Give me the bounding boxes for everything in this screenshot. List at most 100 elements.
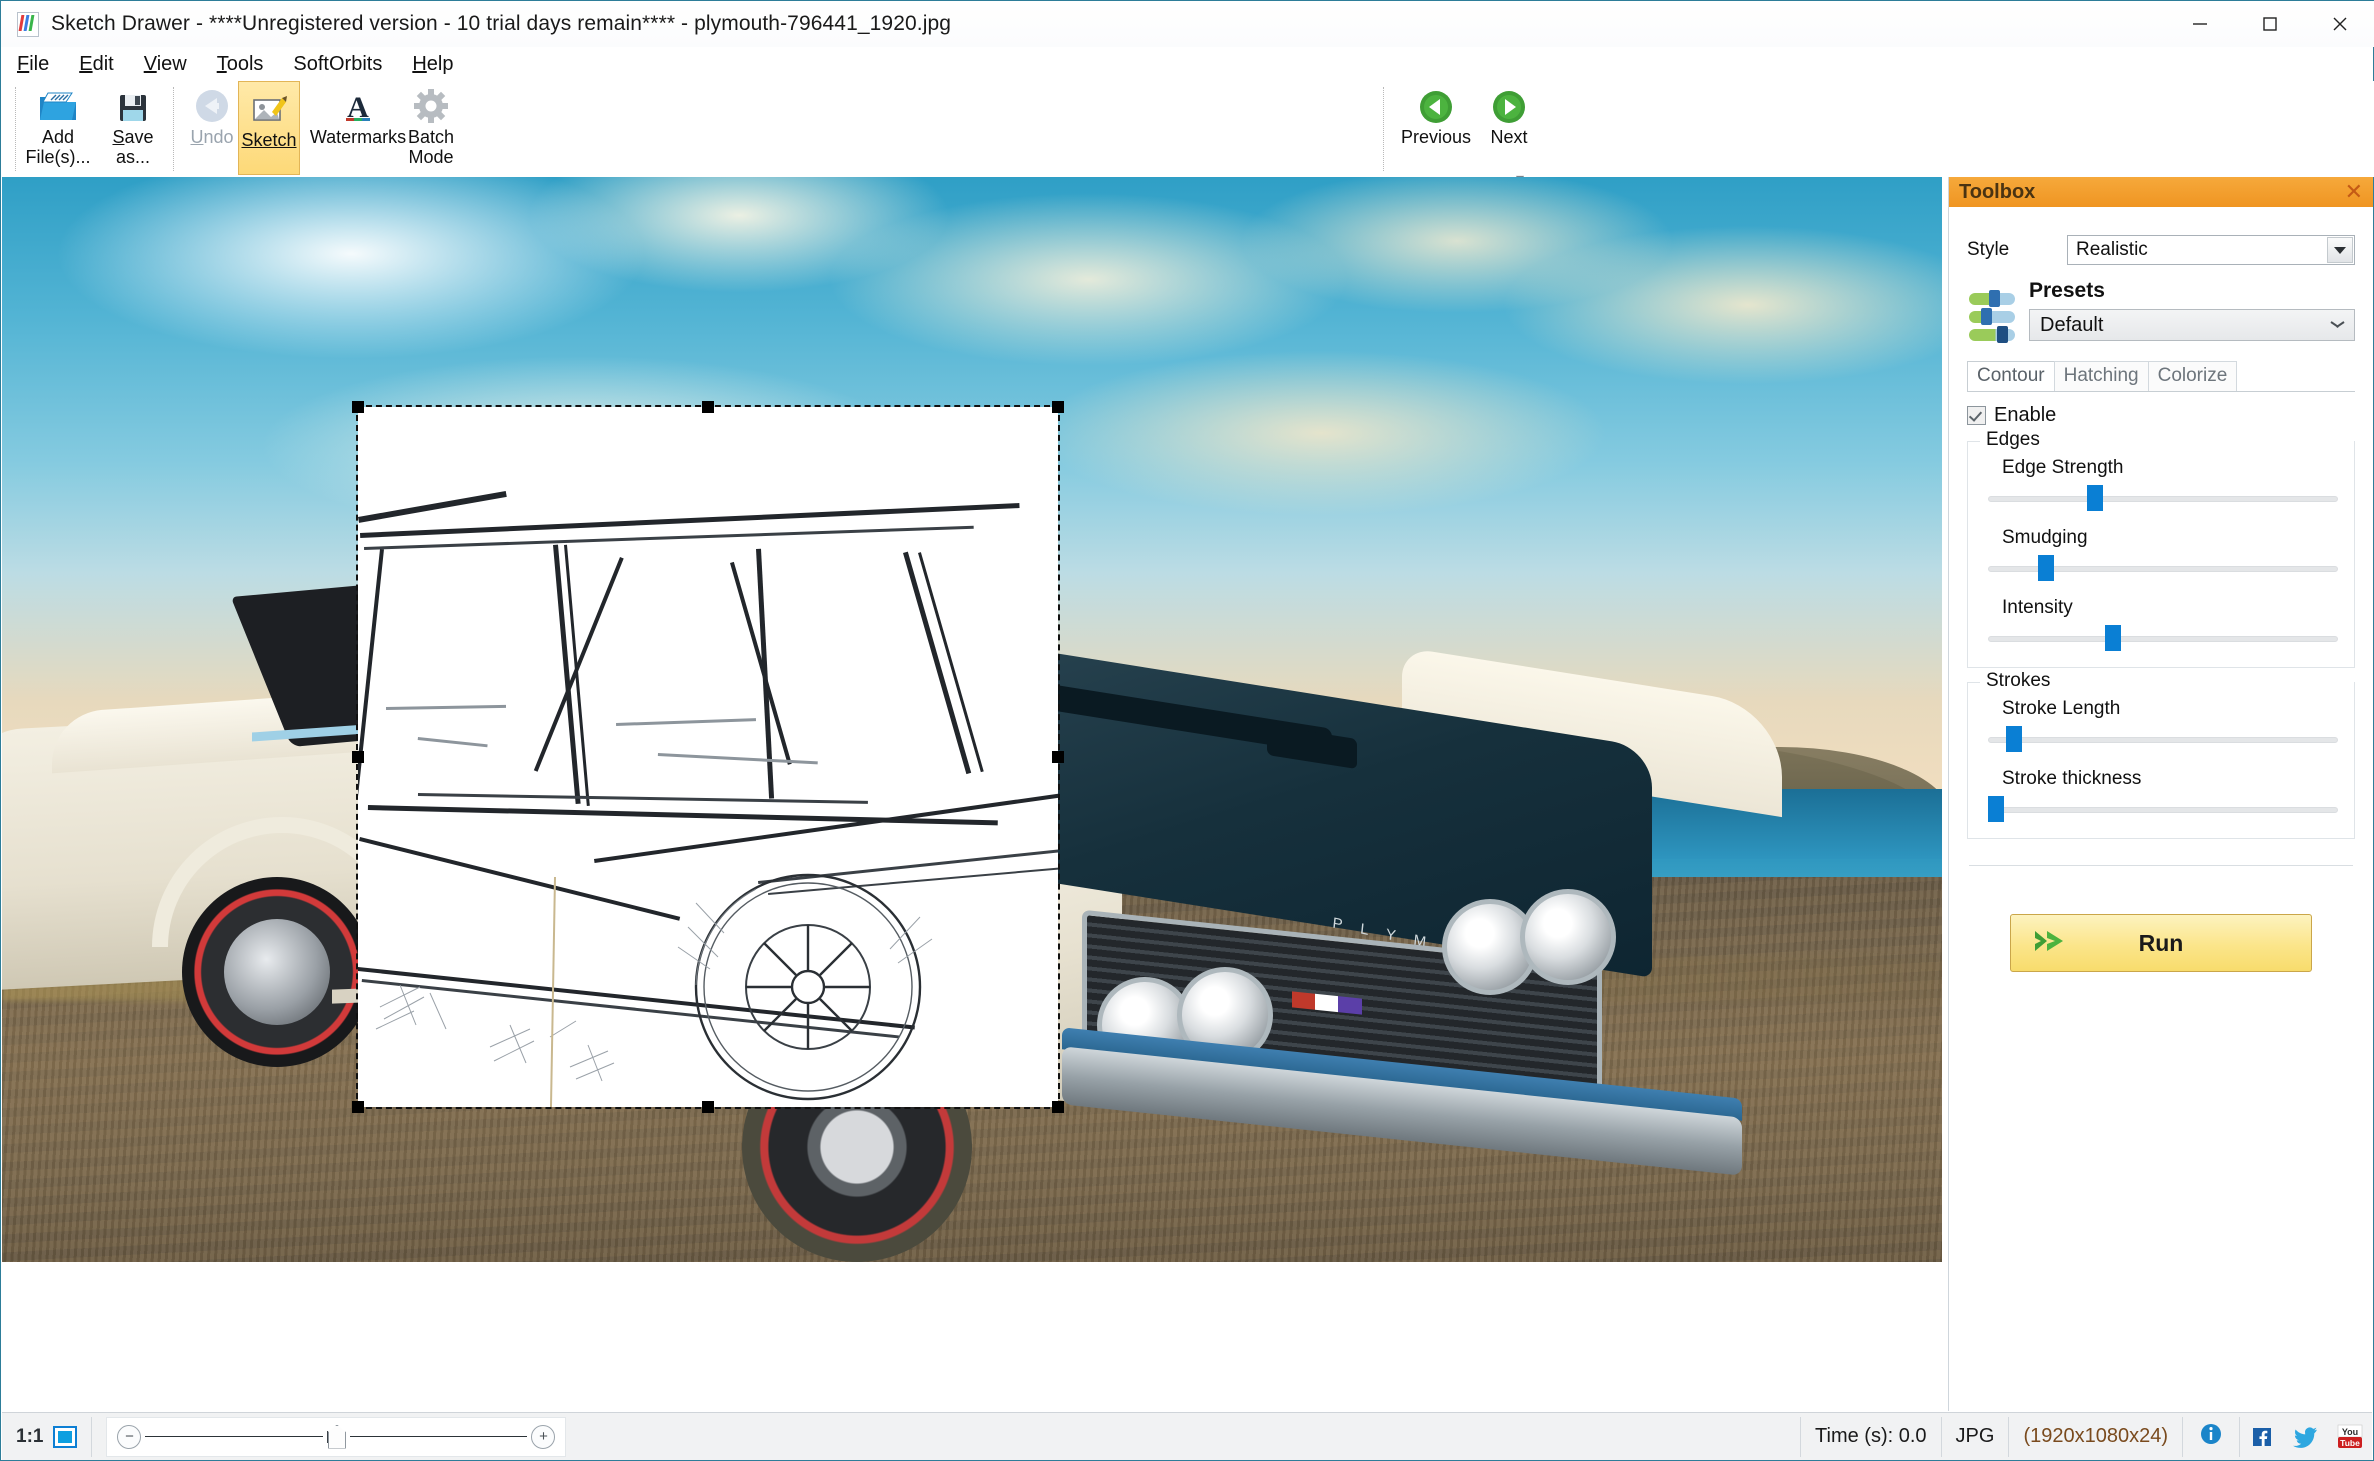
format-cell: JPG: [1942, 1416, 2010, 1457]
wheel-sketch: [677, 873, 933, 1101]
chevron-down-icon[interactable]: [2327, 237, 2353, 263]
edge-strength-slider[interactable]: [1988, 485, 2342, 511]
intensity-knob[interactable]: [2104, 625, 2121, 651]
time-cell: Time (s): 0.0: [1800, 1416, 1942, 1457]
toolbox-tabs: Contour Hatching Colorize: [1967, 361, 2355, 392]
minimize-button[interactable]: [2165, 1, 2235, 47]
run-label: Run: [2138, 929, 2184, 956]
status-bar: 1:1 − + Time (s): 0.0 JPG (1920x1080x24): [2, 1412, 2372, 1460]
zoom-slider-knob[interactable]: [327, 1424, 346, 1449]
presets-value: Default: [2040, 313, 2104, 336]
batch-mode-button[interactable]: Batch Mode: [389, 83, 473, 167]
selection-handle-sw[interactable]: [352, 1101, 364, 1113]
zoom-ratio-label[interactable]: 1:1: [16, 1426, 43, 1448]
stroke-length-slider[interactable]: [1988, 726, 2342, 752]
sliders-preset-icon: [1967, 289, 2023, 345]
save-as-label-2: as...: [115, 147, 150, 167]
chevron-down-icon-presets[interactable]: [2331, 321, 2344, 329]
toolbar-divider: [15, 87, 16, 171]
toolbar-divider-3: [1383, 87, 1384, 171]
selection-handle-w[interactable]: [352, 751, 364, 763]
source-photo: P L Y M O U T H: [2, 177, 1942, 1262]
next-button[interactable]: Next: [1476, 83, 1542, 147]
save-as-label-1: Save: [112, 127, 154, 147]
style-select[interactable]: Realistic: [2067, 235, 2355, 265]
stroke-thickness-label: Stroke thickness: [2002, 768, 2142, 789]
info-icon[interactable]: [2199, 1422, 2223, 1452]
twitter-bird-icon[interactable]: [2284, 1417, 2328, 1457]
edge-strength-knob[interactable]: [2087, 485, 2104, 511]
next-label: Next: [1490, 127, 1528, 147]
zoom-slider[interactable]: − +: [106, 1416, 567, 1457]
selection-handle-nw[interactable]: [352, 401, 364, 413]
gear-icon: [409, 83, 453, 127]
selection-handle-ne[interactable]: [1052, 401, 1064, 413]
add-files-button[interactable]: Add File(s)...: [19, 83, 97, 167]
menu-view[interactable]: View: [142, 51, 189, 78]
run-button[interactable]: Run: [2010, 914, 2312, 972]
stroke-thickness-rail[interactable]: [1988, 807, 2338, 813]
fit-to-window-icon[interactable]: [53, 1425, 78, 1448]
menu-tools[interactable]: Tools: [215, 51, 266, 78]
zoom-track-left[interactable]: [145, 1436, 323, 1437]
undo-arrow-icon: [191, 83, 233, 127]
add-files-label-1: Add: [41, 127, 75, 147]
stroke-thickness-slider[interactable]: [1988, 796, 2342, 822]
hatch-scribbles: [375, 984, 615, 1082]
status-right-group: Time (s): 0.0 JPG (1920x1080x24) You Tub…: [1800, 1416, 2372, 1457]
enable-row[interactable]: Enable: [1967, 404, 2355, 427]
undo-label: Undo: [190, 127, 234, 147]
sketch-preview-selection[interactable]: [356, 405, 1060, 1109]
rear-wheel-hub: [224, 919, 330, 1025]
smudging-knob[interactable]: [2037, 555, 2054, 581]
toolbox-panel: Toolbox ✕ Style Realistic Presets Defaul…: [1948, 177, 2373, 1411]
title-bar: Sketch Drawer - ****Unregistered version…: [1, 1, 2374, 47]
stroke-length-knob[interactable]: [2005, 726, 2022, 752]
presets-label: Presets: [2029, 279, 2105, 302]
application-window: Sketch Drawer - ****Unregistered version…: [0, 0, 2374, 1461]
edge-strength-rail[interactable]: [1988, 496, 2338, 502]
enable-checkbox[interactable]: [1967, 406, 1986, 425]
toolbar-divider-2: [173, 87, 174, 171]
sketch-label: Sketch: [241, 130, 297, 150]
previous-button[interactable]: Previous: [1393, 83, 1479, 147]
green-right-arrow-icon: [1489, 83, 1529, 127]
smudging-label: Smudging: [2002, 527, 2088, 548]
menu-softorbits[interactable]: SoftOrbits: [291, 51, 384, 78]
selection-handle-s[interactable]: [702, 1101, 714, 1113]
save-as-button[interactable]: Save as...: [101, 83, 165, 167]
selection-handle-e[interactable]: [1052, 751, 1064, 763]
image-canvas[interactable]: P L Y M O U T H: [2, 177, 1942, 1411]
zoom-out-icon[interactable]: −: [117, 1424, 142, 1449]
close-button[interactable]: [2305, 1, 2374, 47]
menu-help[interactable]: Help: [410, 51, 455, 78]
strokes-group-title: Strokes: [1980, 670, 2057, 692]
zoom-track-right[interactable]: [349, 1436, 528, 1437]
zoom-center-tick: [326, 1430, 328, 1443]
window-title: Sketch Drawer - ****Unregistered version…: [51, 12, 952, 35]
zoom-in-icon[interactable]: +: [531, 1424, 556, 1449]
stroke-thickness-knob[interactable]: [1988, 796, 2004, 822]
youtube-icon[interactable]: You Tube: [2328, 1417, 2372, 1457]
svg-text:You: You: [2342, 1427, 2358, 1437]
selection-handle-n[interactable]: [702, 401, 714, 413]
tab-hatching[interactable]: Hatching: [2053, 361, 2149, 391]
maximize-button[interactable]: [2235, 1, 2305, 47]
presets-select[interactable]: Default: [2029, 309, 2355, 341]
menu-edit[interactable]: Edit: [77, 51, 115, 78]
intensity-slider[interactable]: [1988, 625, 2342, 651]
dimensions-cell: (1920x1080x24): [2009, 1416, 2183, 1457]
info-cell[interactable]: [2183, 1416, 2240, 1457]
intensity-rail[interactable]: [1988, 636, 2338, 642]
facebook-icon[interactable]: [2240, 1417, 2284, 1457]
selection-handle-se[interactable]: [1052, 1101, 1064, 1113]
tab-colorize[interactable]: Colorize: [2147, 361, 2238, 391]
open-folder-icon: [36, 83, 80, 127]
style-label: Style: [1967, 239, 2010, 260]
edge-strength-label: Edge Strength: [2002, 457, 2124, 478]
toolbox-close-icon[interactable]: ✕: [2345, 181, 2363, 203]
smudging-slider[interactable]: [1988, 555, 2342, 581]
menu-file[interactable]: File: [15, 51, 51, 78]
tab-contour[interactable]: Contour: [1967, 361, 2055, 391]
stroke-length-rail[interactable]: [1988, 737, 2338, 743]
